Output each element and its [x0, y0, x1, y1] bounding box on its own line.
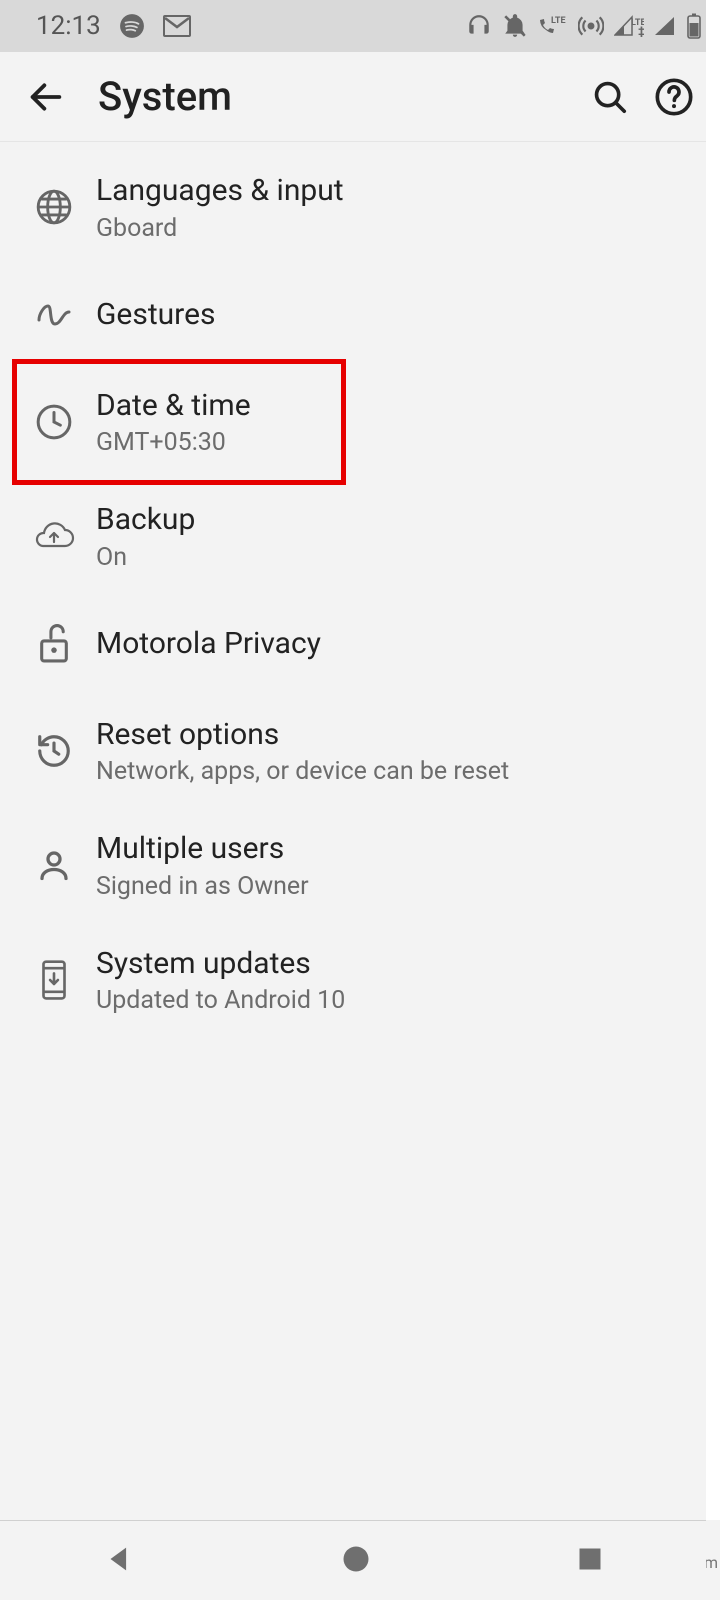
settings-list: Languages & input Gboard Gestures Date &… — [0, 142, 720, 1045]
row-title: Date & time — [96, 387, 696, 425]
cloud-upload-icon — [18, 520, 90, 552]
nav-back-button[interactable] — [102, 1542, 136, 1580]
clock-icon — [18, 403, 90, 441]
row-subtitle: On — [96, 543, 696, 572]
settings-row-updates[interactable]: System updates Updated to Android 10 — [0, 923, 720, 1038]
settings-row-reset[interactable]: Reset options Network, apps, or device c… — [0, 694, 720, 809]
row-subtitle: Updated to Android 10 — [96, 986, 696, 1015]
row-title: Motorola Privacy — [96, 625, 696, 663]
phone-update-icon — [18, 959, 90, 1001]
settings-row-datetime[interactable]: Date & time GMT+05:30 — [0, 365, 720, 480]
svg-text:‡: ‡ — [638, 24, 644, 37]
row-title: Languages & input — [96, 172, 696, 210]
dnd-icon — [502, 13, 528, 39]
signal-2-icon — [654, 16, 676, 36]
row-title: Backup — [96, 501, 696, 539]
hotspot-icon — [578, 13, 604, 39]
headphones-icon — [466, 13, 492, 39]
settings-row-languages[interactable]: Languages & input Gboard — [0, 150, 720, 265]
right-edge — [706, 0, 720, 1520]
reset-icon — [18, 732, 90, 770]
volte-icon: LTE — [538, 14, 568, 38]
row-title: System updates — [96, 945, 696, 983]
help-button[interactable] — [646, 69, 702, 125]
back-button[interactable] — [18, 69, 74, 125]
nav-recents-button[interactable] — [576, 1545, 604, 1577]
settings-row-privacy[interactable]: Motorola Privacy — [0, 594, 720, 694]
row-subtitle: Network, apps, or device can be reset — [96, 757, 696, 786]
person-icon — [18, 847, 90, 883]
app-bar: System — [0, 52, 720, 142]
status-time: 12:13 — [36, 11, 101, 41]
row-title: Multiple users — [96, 830, 696, 868]
settings-row-gestures[interactable]: Gestures — [0, 265, 720, 365]
settings-row-backup[interactable]: Backup On — [0, 479, 720, 594]
globe-icon — [18, 188, 90, 226]
svg-text:LTE: LTE — [551, 16, 566, 26]
row-subtitle: Signed in as Owner — [96, 872, 696, 901]
nav-home-button[interactable] — [341, 1544, 371, 1578]
gesture-icon — [18, 300, 90, 330]
spotify-icon — [119, 13, 145, 39]
row-subtitle: Gboard — [96, 214, 696, 243]
lock-open-icon — [18, 624, 90, 664]
status-right: LTE LTE‡ — [466, 13, 702, 39]
page-title: System — [98, 73, 574, 120]
settings-row-users[interactable]: Multiple users Signed in as Owner — [0, 808, 720, 923]
search-button[interactable] — [582, 69, 638, 125]
row-title: Gestures — [96, 296, 696, 334]
row-subtitle: GMT+05:30 — [96, 428, 696, 457]
navigation-bar — [0, 1520, 706, 1600]
battery-icon — [686, 13, 702, 39]
row-title: Reset options — [96, 716, 696, 754]
status-bar: 12:13 LTE LTE‡ — [0, 0, 720, 52]
signal-1-icon: LTE‡ — [614, 15, 644, 37]
gmail-icon — [163, 15, 191, 37]
status-left: 12:13 — [36, 11, 191, 41]
